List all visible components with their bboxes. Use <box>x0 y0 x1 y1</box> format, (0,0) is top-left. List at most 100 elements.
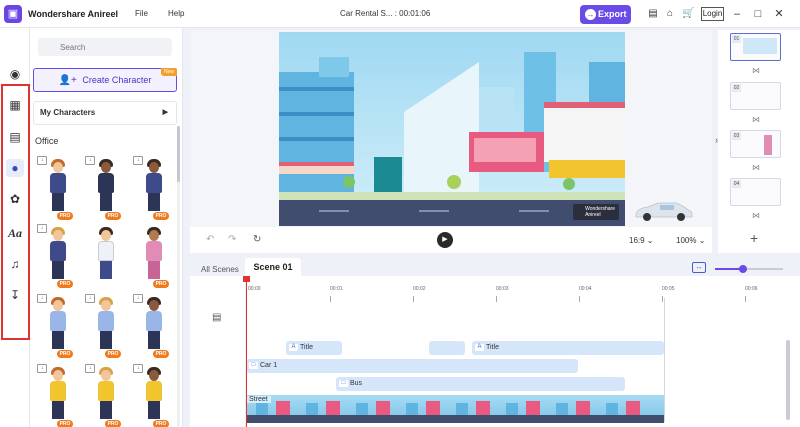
ruler-tick: 00:06 <box>745 286 758 292</box>
ruler-tick: 00:01 <box>330 286 343 292</box>
character-item[interactable]: ↓ PRO <box>133 364 169 427</box>
home-icon[interactable]: ⌂ <box>664 8 676 20</box>
preview-canvas[interactable]: Wondershare Anireel <box>279 32 625 226</box>
fit-timeline-icon[interactable]: ↔ <box>692 262 706 273</box>
cart-icon[interactable]: 🛒 <box>682 8 694 20</box>
search-input[interactable] <box>38 38 172 56</box>
film-strip-icon: ▤ <box>212 312 222 323</box>
add-scene-icon[interactable]: + <box>750 230 758 246</box>
character-item[interactable]: ↓ PRO <box>37 294 73 360</box>
pro-badge: PRO <box>105 350 121 358</box>
pro-badge: PRO <box>57 212 73 220</box>
scene-end-marker <box>664 298 665 422</box>
character-panel: 👤+ Create Character New My Characters ▶ … <box>30 28 183 427</box>
city-scene-illustration <box>279 52 625 226</box>
transition-icon[interactable]: ⋈ <box>751 115 761 125</box>
play-button[interactable]: ▶ <box>437 232 453 248</box>
transition-icon[interactable]: ⋈ <box>751 66 761 76</box>
playhead[interactable] <box>246 276 247 427</box>
ruler-tick: 00:02 <box>413 286 426 292</box>
character-item[interactable]: PRO <box>133 224 169 290</box>
close-icon[interactable]: ✕ <box>773 7 785 21</box>
download-icon[interactable]: ↓ <box>85 364 95 373</box>
my-characters-button[interactable]: My Characters ▶ <box>33 101 177 125</box>
character-item[interactable]: ↓ PRO <box>85 364 121 427</box>
menu-file[interactable]: File <box>135 9 148 18</box>
character-item[interactable]: ↓ PRO <box>37 224 73 290</box>
scene-thumb-03[interactable]: 03 <box>730 130 781 158</box>
character-item[interactable]: ↓ PRO <box>85 294 121 360</box>
download-icon[interactable]: ↓ <box>85 294 95 303</box>
replay-icon[interactable]: ↻ <box>253 234 261 245</box>
scene-thumb-02[interactable]: 02 <box>730 82 781 110</box>
character-item[interactable] <box>85 224 121 290</box>
download-icon[interactable]: ↓ <box>37 294 47 303</box>
download-icon[interactable]: ↓ <box>133 156 143 165</box>
text-icon: A <box>289 344 298 351</box>
slider-knob[interactable] <box>739 265 747 273</box>
zoom-select[interactable]: 100% ⌄ <box>676 236 705 245</box>
track-title-1-extension[interactable] <box>429 341 465 355</box>
maximize-icon[interactable]: □ <box>752 7 764 21</box>
track-car-1[interactable]: □ Car 1 <box>246 359 578 373</box>
scrollbar-thumb[interactable] <box>177 126 180 182</box>
timeline-track-header: ▤ <box>190 276 246 427</box>
character-item[interactable]: ↓ PRO <box>133 156 169 222</box>
app-name: Wondershare Anireel <box>28 9 119 19</box>
aspect-ratio-select[interactable]: 16:9 ⌄ <box>629 236 654 245</box>
background-thumbnails <box>246 401 664 423</box>
title-bar: ▣ Wondershare Anireel File Help Car Rent… <box>0 0 800 28</box>
character-item[interactable]: ↓ PRO <box>37 364 73 427</box>
background-track[interactable] <box>246 395 664 423</box>
scene-list: 01 ⋈ 02 ⋈ 03 ⋈ 04 ⋈ + <box>718 30 800 253</box>
add-user-icon: 👤+ <box>58 75 77 86</box>
pro-badge: PRO <box>105 420 121 427</box>
download-icon[interactable]: ↓ <box>37 156 47 165</box>
create-character-button[interactable]: 👤+ Create Character New <box>33 68 177 92</box>
transition-icon[interactable]: ⋈ <box>751 211 761 221</box>
new-badge: New <box>161 68 177 76</box>
timeline-tabs: All Scenes Scene 01 <box>190 258 800 277</box>
export-icon: → <box>585 9 596 20</box>
ruler-tick: 00:03 <box>496 286 509 292</box>
track-title-1[interactable]: A Title <box>286 341 342 355</box>
playhead-handle[interactable] <box>243 276 250 282</box>
undo-icon[interactable]: ↶ <box>206 234 214 245</box>
pro-badge: PRO <box>153 350 169 358</box>
section-label: Office <box>35 136 59 146</box>
login-button[interactable]: Login <box>701 7 724 21</box>
chevron-right-icon: ▶ <box>162 109 168 116</box>
track-title-2[interactable]: A Title <box>472 341 664 355</box>
transition-icon[interactable]: ⋈ <box>751 163 761 173</box>
character-item[interactable]: ↓ PRO <box>133 294 169 360</box>
minimize-icon[interactable]: – <box>731 7 743 21</box>
image-icon: □ <box>249 362 258 369</box>
document-title: Car Rental S... : 00:01:06 <box>340 9 431 18</box>
track-bus[interactable]: □ Bus <box>336 377 625 391</box>
panel-scrollbar[interactable] <box>177 126 180 426</box>
scene-thumb-01[interactable]: 01 <box>730 33 781 61</box>
timeline-zoom-slider[interactable] <box>715 265 783 273</box>
pro-badge: PRO <box>153 420 169 427</box>
tab-scene-01[interactable]: Scene 01 <box>245 258 301 277</box>
preview-controls: ↶ ↷ ↻ ▶ 16:9 ⌄ 100% ⌄ <box>190 227 712 253</box>
ruler-tick: 00:00 <box>248 286 261 292</box>
download-icon[interactable]: ↓ <box>133 364 143 373</box>
download-icon[interactable]: ↓ <box>37 224 47 233</box>
scene-icon[interactable]: ◉ <box>6 65 24 83</box>
download-icon[interactable]: ↓ <box>37 364 47 373</box>
character-item[interactable]: ↓ PRO <box>85 156 121 222</box>
tab-all-scenes[interactable]: All Scenes <box>201 265 239 274</box>
car-prop[interactable] <box>632 200 694 222</box>
character-item[interactable]: ↓ PRO <box>37 156 73 222</box>
watermark: Wondershare Anireel <box>573 204 619 220</box>
download-icon[interactable]: ↓ <box>133 294 143 303</box>
menu-help[interactable]: Help <box>168 9 184 18</box>
save-icon[interactable]: ▤ <box>647 8 659 20</box>
timeline-scrollbar[interactable] <box>786 340 790 420</box>
pro-badge: PRO <box>153 280 169 288</box>
scene-thumb-04[interactable]: 04 <box>730 178 781 206</box>
export-button[interactable]: → Export <box>580 5 631 24</box>
download-icon[interactable]: ↓ <box>85 156 95 165</box>
redo-icon[interactable]: ↷ <box>228 234 236 245</box>
